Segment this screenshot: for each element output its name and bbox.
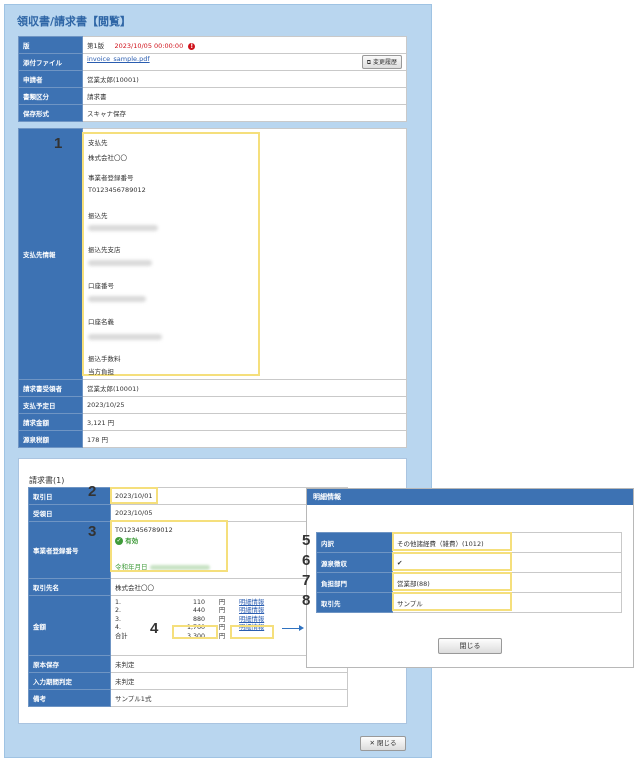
detail-link-2[interactable]: 明細情報 <box>239 607 264 615</box>
original-label: 原本保存 <box>28 655 111 673</box>
edition-text: 第1版 <box>87 42 105 50</box>
table-row: 版 第1版 2023/10/05 00:00:00 ! <box>18 36 407 54</box>
redacted-bank <box>88 225 158 231</box>
edition-timestamp: 2023/10/05 00:00:00 <box>114 42 184 50</box>
remarks-value: サンプル1式 <box>110 689 348 707</box>
branch-title: 振込先支店 <box>88 246 121 254</box>
redacted-account <box>88 296 146 302</box>
client-label: 取引先 <box>316 592 393 613</box>
partner-label: 取引先名 <box>28 578 111 596</box>
payee-highlight: 支払先 株式会社〇〇 事業者登録番号 T0123456789012 振込先 振込… <box>82 132 260 376</box>
reg-number-title: 事業者登録番号 <box>88 174 134 182</box>
withholding-value: 178 円 <box>82 430 407 448</box>
link-highlight <box>230 625 274 639</box>
remarks-label: 備考 <box>28 689 111 707</box>
table-row: 請求金額 3,121 円 <box>18 413 407 431</box>
payee-info-label: 支払先情報 <box>18 128 83 380</box>
fee-title: 振込手数料 <box>88 355 121 363</box>
amount-value: 3,121 円 <box>82 413 407 431</box>
arrow-icon <box>282 625 304 631</box>
department-highlight <box>392 572 512 591</box>
receipt-date-label: 受領日 <box>28 504 111 522</box>
table-row: 添付ファイル invoice_sample.pdf ⧉ 変更履歴 <box>18 53 407 71</box>
attachment-value: invoice_sample.pdf ⧉ 変更履歴 <box>82 53 407 71</box>
edition-value: 第1版 2023/10/05 00:00:00 ! <box>82 36 407 54</box>
breakdown-label: 内訳 <box>316 532 393 553</box>
detail-header: 明細情報 <box>307 489 633 505</box>
table-row: 源泉税額 178 円 <box>18 430 407 448</box>
table-row: 取引先名 株式会社〇〇 <box>28 578 348 596</box>
table-row: 書類区分 請求書 <box>18 87 407 105</box>
doc-type-value: 請求書 <box>82 87 407 105</box>
inv-reg-label: 事業者登録番号 <box>28 521 111 579</box>
detail-close-button[interactable]: 閉じる <box>438 638 502 654</box>
table-row: 取引日 2023/10/01 <box>28 487 348 505</box>
breakdown-highlight <box>392 532 512 551</box>
alert-icon: ! <box>188 42 196 50</box>
marker-7: 7 <box>302 572 311 589</box>
table-row: 受領日 2023/10/05 <box>28 504 348 522</box>
document-info-table: 版 第1版 2023/10/05 00:00:00 ! 添付ファイル invoi… <box>18 36 407 122</box>
withholding-tax-label: 源泉徴収 <box>316 552 393 573</box>
table-row: 保存形式 スキャナ保存 <box>18 104 407 122</box>
attachment-label: 添付ファイル <box>18 53 83 71</box>
amount-highlight <box>172 625 218 639</box>
due-date-value: 2023/10/25 <box>82 396 407 414</box>
transaction-date-label: 取引日 <box>28 487 111 505</box>
recipient-label: 請求書受領者 <box>18 379 83 397</box>
marker-2: 2 <box>88 483 97 500</box>
withholding-label: 源泉税額 <box>18 430 83 448</box>
detail-link-3[interactable]: 明細情報 <box>239 616 264 624</box>
close-button-label: 閉じる <box>377 739 397 747</box>
storage-label: 保存形式 <box>18 104 83 122</box>
amount-label: 請求金額 <box>18 413 83 431</box>
invoice-title: 請求書(1) <box>29 476 65 485</box>
marker-8: 8 <box>302 592 311 609</box>
close-button[interactable]: ✕ 閉じる <box>360 736 406 751</box>
inv-amount-label: 金額 <box>28 595 111 656</box>
deadline-value: 未判定 <box>110 672 348 690</box>
deadline-label: 入力期間判定 <box>28 672 111 690</box>
redacted-branch <box>88 260 152 266</box>
marker-1: 1 <box>54 135 63 152</box>
change-history-label: 変更履歴 <box>372 59 397 66</box>
date-highlight <box>110 487 158 504</box>
holder-title: 口座名義 <box>88 318 114 326</box>
client-highlight <box>392 592 512 611</box>
reg-highlight <box>110 520 228 572</box>
withholding-highlight <box>392 552 512 571</box>
due-date-label: 支払予定日 <box>18 396 83 414</box>
close-icon: ✕ <box>369 739 375 747</box>
page-title: 領収書/請求書【閲覧】 <box>17 15 132 28</box>
change-history-button[interactable]: ⧉ 変更履歴 <box>361 55 402 69</box>
table-row: 請求書受領者 営業太郎(10001) <box>18 379 407 397</box>
bank-title: 振込先 <box>88 212 108 220</box>
table-row: 入力期間判定 未判定 <box>28 672 348 690</box>
table-row: 支払予定日 2023/10/25 <box>18 396 407 414</box>
reg-number-value: T0123456789012 <box>88 186 146 194</box>
recipient-value: 営業太郎(10001) <box>82 379 407 397</box>
applicant-value: 営業太郎(10001) <box>82 70 407 88</box>
account-title: 口座番号 <box>88 282 114 290</box>
table-row: 原本保存 未判定 <box>28 655 348 673</box>
fee-value: 当方負担 <box>88 368 114 376</box>
marker-3: 3 <box>88 523 97 540</box>
doc-type-label: 書類区分 <box>18 87 83 105</box>
payee-value: 株式会社〇〇 <box>88 154 127 162</box>
attachment-link[interactable]: invoice_sample.pdf <box>87 55 150 63</box>
department-label: 負担部門 <box>316 572 393 593</box>
marker-5: 5 <box>302 532 311 549</box>
redacted-holder <box>88 334 162 340</box>
marker-6: 6 <box>302 552 311 569</box>
marker-4: 4 <box>150 620 159 637</box>
table-row: 申請者 営業太郎(10001) <box>18 70 407 88</box>
edition-label: 版 <box>18 36 83 54</box>
applicant-label: 申請者 <box>18 70 83 88</box>
storage-value: スキャナ保存 <box>82 104 407 122</box>
table-row: 備考 サンプル1式 <box>28 689 348 707</box>
payee-title: 支払先 <box>88 139 108 147</box>
